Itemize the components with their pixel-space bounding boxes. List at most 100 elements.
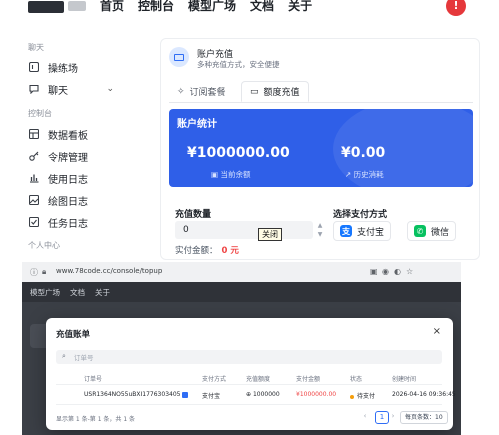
nav-model-square[interactable]: 模型广场 xyxy=(30,287,60,298)
screenshot-icon[interactable]: ▣ xyxy=(370,267,378,276)
col-status: 状态 xyxy=(350,376,363,383)
spent-value: ¥0.00 xyxy=(341,145,386,161)
nav-docs[interactable]: 文档 xyxy=(70,287,85,298)
balance-value: ¥1000000.00 xyxy=(187,145,290,161)
divider xyxy=(56,404,442,405)
top-nav: 首页 控制台 模型广场 文档 关于 xyxy=(100,0,312,14)
sparkle-icon: ✧ xyxy=(177,86,185,97)
sidebar-item-drawing-log[interactable]: 绘图日志 xyxy=(28,191,138,209)
nav-about[interactable]: 关于 xyxy=(288,0,312,14)
card-icon: ▭ xyxy=(250,86,259,97)
alipay-button[interactable]: 支 支付宝 xyxy=(333,221,392,241)
coin-icon: ⊕ xyxy=(246,391,253,398)
sidebar-group-personal: 个人中心 xyxy=(28,241,60,250)
chevron-down-icon[interactable]: ⌄ xyxy=(106,84,114,94)
nav-docs[interactable]: 文档 xyxy=(250,0,274,14)
bottom-screenshot: ⓘ 🔒︎ www.78code.cc/console/topup ▣ ◉ ◐ ☆… xyxy=(22,262,461,435)
sidebar-item-dashboard[interactable]: 数据看板 xyxy=(28,125,138,143)
logo[interactable] xyxy=(28,1,64,13)
top-header: 首页 控制台 模型广场 文档 关于 ! xyxy=(0,0,499,22)
alipay-icon: 支 xyxy=(340,225,352,237)
dashboard-icon xyxy=(28,128,40,140)
nav-about[interactable]: 关于 xyxy=(95,287,110,298)
profile-icon[interactable]: ◐ xyxy=(394,267,401,276)
nav-model-square[interactable]: 模型广场 xyxy=(188,0,236,14)
grid-icon xyxy=(28,61,40,73)
status-cell: 待支付 xyxy=(350,391,375,400)
close-tooltip[interactable]: 关闭 xyxy=(258,228,282,241)
tab-subscription[interactable]: ✧ 订阅套餐 xyxy=(169,81,234,102)
copy-icon[interactable] xyxy=(182,391,189,398)
divider xyxy=(56,384,442,385)
stats-title: 账户统计 xyxy=(177,119,217,130)
next-page-button[interactable]: › xyxy=(386,411,400,424)
actual-value: 0 元 xyxy=(221,246,239,256)
sidebar-item-playground[interactable]: 操练场 xyxy=(28,58,138,76)
order-no: USR1364NO55uBXI1776303405 xyxy=(84,391,181,398)
wechat-button[interactable]: ✆ 微信 xyxy=(407,221,457,241)
spent-label: ↗ 历史消耗 xyxy=(345,169,384,180)
pagination-summary: 显示第 1 条-第 1 条，共 1 条 xyxy=(56,416,136,423)
alert-icon[interactable]: ! xyxy=(446,0,466,16)
amount-stepper[interactable]: ▲ ▼ xyxy=(315,221,325,239)
sidebar-item-usage-log[interactable]: 使用日志 xyxy=(28,169,138,187)
pay-method-label: 选择支付方式 xyxy=(333,210,388,220)
prev-page-button[interactable]: ‹ xyxy=(358,411,372,424)
chat-icon xyxy=(28,83,40,95)
col-amount: 支付金额 xyxy=(296,376,321,383)
status-badge: 待支付 xyxy=(357,393,376,400)
spent-label-text: 历史消耗 xyxy=(353,170,384,179)
order-no-cell: USR1364NO55uBXI1776303405 xyxy=(84,391,189,398)
balance-label: ▣ 当前余额 xyxy=(211,169,250,180)
amount-label: 充值数量 xyxy=(175,210,212,220)
order-search-input[interactable]: ⌕ 订单号 xyxy=(56,350,442,364)
url-field[interactable]: www.78code.cc/console/topup xyxy=(56,267,162,275)
lock-icon[interactable]: 🔒︎ xyxy=(42,267,46,277)
tab-bar: ✧ 订阅套餐 ▭ 额度充值 xyxy=(169,79,473,103)
sidebar-item-label: 任务日志 xyxy=(48,218,88,230)
trend-icon: ↗ xyxy=(345,170,354,179)
quota-cell: ⊕ 1000000 xyxy=(246,391,280,398)
tab-label: 订阅套餐 xyxy=(189,88,226,98)
sidebar: 聊天 操练场 聊天 ⌄ 控制台 数据看板 令牌管理 使用日志 绘图日志 任务日志… xyxy=(0,22,150,262)
tab-label: 额度充值 xyxy=(263,88,300,98)
sidebar-item-label: 聊天 xyxy=(48,85,68,97)
col-created: 创建时间 xyxy=(392,376,417,383)
search-placeholder: 订单号 xyxy=(74,354,94,362)
sidebar-group-chat: 聊天 xyxy=(28,43,44,52)
info-icon[interactable]: ⓘ xyxy=(30,267,38,278)
extension-icon[interactable]: ◉ xyxy=(382,267,389,276)
account-stats-panel: 账户统计 ¥1000000.00 ▣ 当前余额 ¥0.00 ↗ 历史消耗 xyxy=(169,109,473,187)
image-icon xyxy=(28,194,40,206)
tab-quota-topup[interactable]: ▭ 额度充值 xyxy=(241,81,309,102)
actual-label: 实付金额： xyxy=(175,246,218,256)
site-nav-dimmed: 模型广场 文档 关于 xyxy=(22,282,461,302)
sidebar-item-task-log[interactable]: 任务日志 xyxy=(28,213,138,231)
status-dot xyxy=(350,394,354,399)
col-quota: 充值额度 xyxy=(246,376,271,383)
close-icon[interactable]: × xyxy=(433,326,441,337)
amount-input[interactable]: 0 xyxy=(175,221,313,239)
method-cell: 支付宝 xyxy=(202,393,221,400)
page-size-select[interactable]: 每页条数：10 xyxy=(400,411,448,424)
search-icon: ⌕ xyxy=(62,352,66,360)
amount-cell: ¥1000000.00 xyxy=(296,391,337,398)
sidebar-item-chat[interactable]: 聊天 ⌄ xyxy=(28,80,138,98)
nav-console[interactable]: 控制台 xyxy=(138,0,174,14)
site-name xyxy=(68,1,86,11)
star-icon[interactable]: ☆ xyxy=(406,267,413,276)
sidebar-item-label: 绘图日志 xyxy=(48,196,88,208)
nav-home[interactable]: 首页 xyxy=(100,0,124,14)
card-subtitle: 多种充值方式，安全便捷 xyxy=(197,60,280,69)
sidebar-item-label: 令牌管理 xyxy=(48,152,88,164)
browser-address-bar: ⓘ 🔒︎ www.78code.cc/console/topup ▣ ◉ ◐ ☆ xyxy=(22,262,461,282)
wallet-icon xyxy=(169,47,189,67)
billing-modal: 充值账单 × ⌕ 订单号 订单号 支付方式 充值额度 支付金额 状态 创建时间 … xyxy=(46,318,456,430)
check-icon xyxy=(28,216,40,228)
topup-card: 账户充值 多种充值方式，安全便捷 ✧ 订阅套餐 ▭ 额度充值 账户统计 ¥100… xyxy=(160,38,480,260)
sidebar-group-console: 控制台 xyxy=(28,109,52,118)
sidebar-item-label: 操练场 xyxy=(48,63,78,75)
sidebar-item-label: 数据看板 xyxy=(48,130,88,142)
sidebar-item-tokens[interactable]: 令牌管理 xyxy=(28,147,138,165)
top-screenshot: 首页 控制台 模型广场 文档 关于 ! 聊天 操练场 聊天 ⌄ 控制台 数据看板… xyxy=(0,0,499,262)
